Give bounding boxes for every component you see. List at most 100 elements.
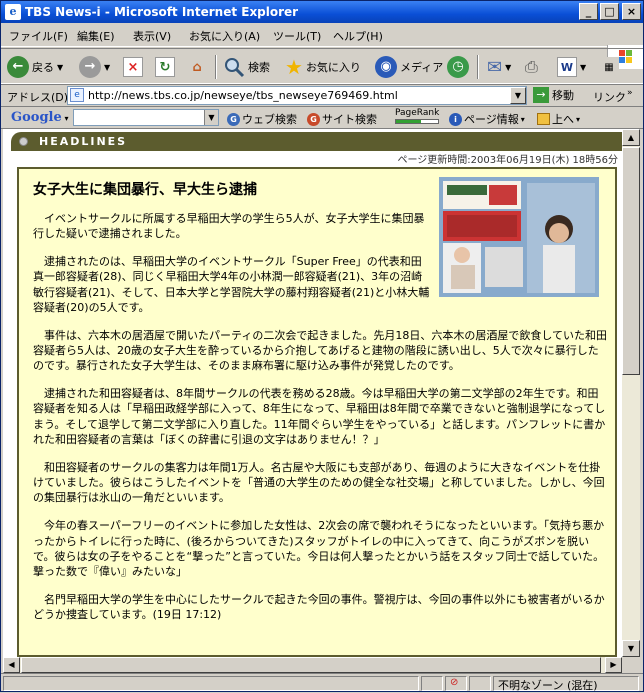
site-search-label: サイト検索 bbox=[322, 113, 377, 126]
media-globe-icon: ◉ bbox=[375, 56, 397, 78]
scroll-left-icon[interactable]: ◀ bbox=[3, 657, 20, 673]
discuss-button[interactable]: ▦ bbox=[599, 53, 619, 81]
status-bar: ⊘ 不明なゾーン (混在) bbox=[1, 673, 643, 692]
web-search-label: ウェブ検索 bbox=[242, 113, 297, 126]
page-content: HEADLINES ページ更新時間:2003年06月19日(木) 18時56分 … bbox=[3, 129, 622, 657]
ie-logo-icon: e bbox=[5, 4, 21, 20]
address-label: アドレス(D) bbox=[7, 91, 69, 104]
article-paragraph: 事件は、六本木の居酒屋で開いたパーティの二次会で起きました。先月18日、六本木の… bbox=[33, 328, 608, 373]
forward-arrow-icon: → bbox=[79, 56, 101, 78]
close-button[interactable]: × bbox=[622, 3, 641, 20]
scroll-thumb[interactable] bbox=[622, 147, 640, 375]
status-zone-cell: 不明なゾーン (混在) bbox=[493, 676, 639, 692]
home-button[interactable]: ⌂ bbox=[187, 53, 207, 81]
page-info-label: ページ情報 bbox=[464, 113, 519, 126]
google-toolbar: Google ▾ ▼ G ウェブ検索 G サイト検索 PageRank i ペー… bbox=[1, 106, 643, 129]
search-button[interactable]: 検索 bbox=[223, 53, 270, 81]
history-button[interactable]: ◷ bbox=[447, 53, 469, 81]
minimize-button[interactable]: _ bbox=[579, 3, 598, 20]
status-cell bbox=[421, 676, 443, 691]
section-title: HEADLINES bbox=[39, 135, 128, 148]
chevron-right-icon[interactable]: » bbox=[627, 88, 633, 98]
scroll-thumb-horizontal[interactable] bbox=[21, 657, 601, 673]
info-icon: i bbox=[449, 112, 462, 126]
bullet-icon bbox=[19, 137, 28, 146]
article-paragraph: イベントサークルに所属する早稲田大学の学生ら5人が、女子大学生に集団暴行した疑い… bbox=[33, 212, 425, 241]
discuss-icon: ▦ bbox=[599, 57, 619, 77]
refresh-icon: ↻ bbox=[155, 57, 175, 77]
page-icon: e bbox=[70, 88, 84, 102]
toolbar-separator bbox=[215, 55, 217, 79]
scroll-up-icon[interactable]: ▲ bbox=[622, 129, 640, 146]
mail-button[interactable]: ✉ ▼ bbox=[487, 53, 511, 81]
menu-view[interactable]: 表示(V) bbox=[133, 28, 171, 44]
address-input[interactable]: e http://news.tbs.co.jp/newseye/tbs_news… bbox=[67, 86, 527, 105]
status-cell bbox=[469, 676, 491, 691]
stop-icon: × bbox=[123, 57, 143, 77]
up-button[interactable]: 上へ ▾ bbox=[537, 111, 580, 127]
maximize-button[interactable]: □ bbox=[600, 3, 619, 20]
article-paragraph: 逮捕された和田容疑者は、8年間サークルの代表を務める28歳。今は早稲田大学の第二… bbox=[33, 387, 606, 447]
back-arrow-icon: ← bbox=[7, 56, 29, 78]
menu-file[interactable]: ファイル(F) bbox=[9, 28, 68, 44]
menu-help[interactable]: ヘルプ(H) bbox=[333, 28, 383, 44]
site-search-button[interactable]: G サイト検索 bbox=[307, 111, 377, 127]
favorites-button[interactable]: ★ お気に入り bbox=[285, 53, 361, 81]
menu-edit[interactable]: 編集(E) bbox=[77, 28, 115, 44]
toolbar-separator bbox=[477, 55, 479, 79]
google-search-dropdown-icon[interactable]: ▼ bbox=[204, 110, 218, 125]
status-security-cell: ⊘ bbox=[445, 676, 467, 691]
go-arrow-icon: → bbox=[533, 87, 549, 103]
site-search-icon: G bbox=[307, 112, 320, 126]
address-dropdown-icon[interactable]: ▼ bbox=[510, 87, 526, 104]
title-bar: e TBS News-i - Microsoft Internet Explor… bbox=[1, 1, 643, 23]
page-info-button[interactable]: i ページ情報 ▾ bbox=[449, 111, 525, 127]
scroll-down-icon[interactable]: ▼ bbox=[622, 640, 640, 657]
up-label: 上へ bbox=[552, 113, 574, 126]
back-label: 戻る bbox=[32, 61, 54, 74]
status-text-cell bbox=[3, 676, 419, 691]
stop-button[interactable]: × bbox=[123, 53, 143, 81]
vertical-scrollbar[interactable]: ▲ ▼ bbox=[622, 129, 640, 657]
menu-favorites[interactable]: お気に入り(A) bbox=[189, 28, 260, 44]
address-url[interactable]: http://news.tbs.co.jp/newseye/tbs_newsey… bbox=[88, 89, 398, 102]
scroll-right-icon[interactable]: ▶ bbox=[605, 657, 622, 673]
browser-window: e TBS News-i - Microsoft Internet Explor… bbox=[0, 0, 644, 692]
article-body: イベントサークルに所属する早稲田大学の学生ら5人が、女子大学生に集団暴行した疑い… bbox=[33, 211, 609, 635]
media-button[interactable]: ◉ メディア bbox=[375, 53, 443, 81]
favorites-label: お気に入り bbox=[305, 61, 361, 74]
article-paragraph: 名門早稲田大学の学生を中心にしたサークルで起きた今回の事件。警視庁は、今回の事件… bbox=[33, 592, 605, 622]
search-icon bbox=[225, 58, 245, 78]
go-label: 移動 bbox=[552, 89, 574, 102]
home-icon: ⌂ bbox=[187, 57, 207, 77]
search-label: 検索 bbox=[248, 61, 270, 74]
menu-tools[interactable]: ツール(T) bbox=[273, 28, 321, 44]
web-search-icon: G bbox=[227, 112, 240, 126]
google-logo-text: Google bbox=[11, 110, 62, 125]
links-button[interactable]: リンク bbox=[593, 89, 626, 105]
back-button[interactable]: ← 戻る ▼ bbox=[7, 53, 63, 81]
google-search-input[interactable]: ▼ bbox=[73, 109, 219, 126]
pagerank-meter[interactable]: PageRank bbox=[395, 108, 443, 124]
go-button[interactable]: → 移動 bbox=[533, 87, 574, 103]
standard-toolbar: ← 戻る ▼ → ▼ × ↻ ⌂ 検索 ★ お気に入り ◉ メディア ◷ ✉ ▼ ⎙ … bbox=[1, 48, 643, 84]
window-title: TBS News-i - Microsoft Internet Explorer bbox=[25, 5, 299, 19]
media-label: メディア bbox=[400, 61, 444, 74]
forward-button[interactable]: → ▼ bbox=[79, 53, 110, 81]
security-icon: ⊘ bbox=[450, 677, 459, 688]
pagerank-label: PageRank bbox=[395, 108, 440, 118]
horizontal-scrollbar[interactable]: ◀ ▶ bbox=[3, 657, 622, 673]
update-time: ページ更新時間:2003年06月19日(木) 18時56分 bbox=[397, 155, 619, 166]
article-paragraph: 逮捕されたのは、早稲田大学のイベントサークル「Super Free」の代表和田真… bbox=[33, 255, 430, 314]
article-paragraph: 和田容疑者のサークルの集客力は年間1万人。名古屋や大阪にも支部があり、毎週のよう… bbox=[33, 460, 605, 505]
article-headline: 女子大生に集団暴行、早大生ら逮捕 bbox=[33, 182, 257, 198]
address-bar: アドレス(D) e http://news.tbs.co.jp/newseye/… bbox=[1, 84, 643, 106]
printer-icon: ⎙ bbox=[525, 57, 538, 76]
web-search-button[interactable]: G ウェブ検索 bbox=[227, 111, 297, 127]
google-logo[interactable]: Google ▾ bbox=[11, 110, 69, 125]
edit-button[interactable]: W ▼ bbox=[557, 53, 586, 81]
mail-icon: ✉ bbox=[487, 56, 503, 78]
word-icon: W bbox=[557, 57, 577, 77]
refresh-button[interactable]: ↻ bbox=[155, 53, 175, 81]
print-button[interactable]: ⎙ bbox=[525, 53, 538, 81]
